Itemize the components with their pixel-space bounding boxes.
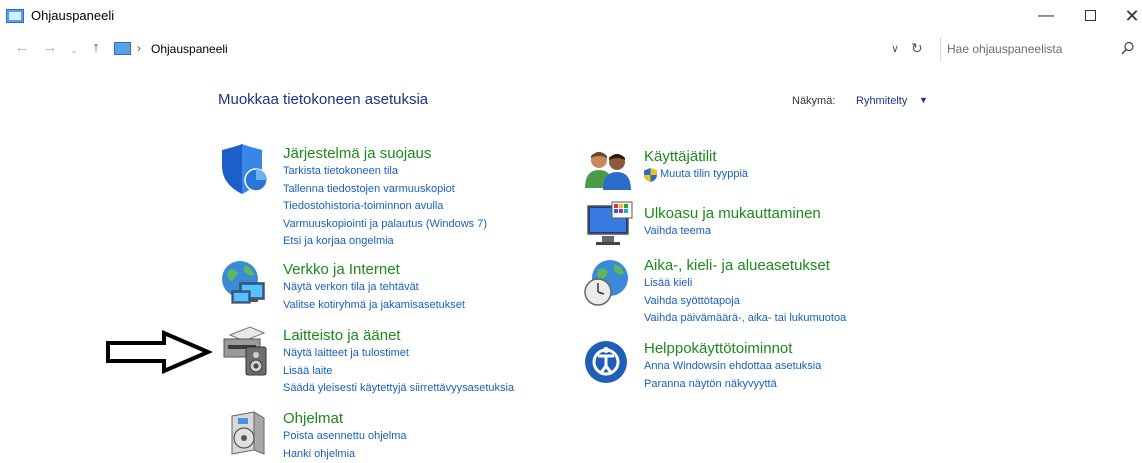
clock-globe-icon[interactable] [582, 258, 632, 308]
back-button[interactable]: ← [12, 38, 32, 58]
link-backup-and-restore[interactable]: Varmuuskopiointi ja palautus (Windows 7) [283, 216, 487, 234]
category-title[interactable]: Helppokäyttötoiminnot [644, 340, 821, 358]
search-icon[interactable] [1121, 41, 1135, 55]
link-homegroup-sharing[interactable]: Valitse kotiryhmä ja jakamisasetukset [283, 297, 465, 315]
link-change-account-type[interactable]: Muuta tilin tyyppiä [644, 166, 748, 184]
category-title[interactable]: Ohjelmat [283, 410, 407, 428]
link-network-status[interactable]: Näytä verkon tila ja tehtävät [283, 279, 465, 297]
forward-button[interactable]: → [40, 38, 60, 58]
arrow-pointer-icon [106, 330, 212, 374]
uac-shield-icon [644, 168, 657, 182]
link-change-input-methods[interactable]: Vaihda syöttötapoja [644, 293, 846, 311]
minimize-button[interactable]: — [1026, 3, 1066, 29]
link-add-language[interactable]: Lisää kieli [644, 275, 846, 293]
control-panel-icon [6, 9, 24, 23]
link-check-computer-status[interactable]: Tarkista tietokoneen tila [283, 163, 487, 181]
appearance-monitor-icon[interactable] [584, 200, 634, 248]
window-title: Ohjauspaneeli [31, 8, 115, 23]
category-system-and-security: Järjestelmä ja suojaus Tarkista tietokon… [283, 145, 487, 251]
maximize-icon [1084, 10, 1096, 22]
title-bar: Ohjauspaneeli — ✕ [0, 0, 1142, 32]
view-by-dropdown[interactable]: Ryhmitelty [856, 95, 907, 107]
link-mobility-settings[interactable]: Säädä yleisesti käytettyjä siirrettävyys… [283, 380, 514, 398]
link-uninstall-program[interactable]: Poista asennettu ohjelma [283, 428, 407, 446]
user-accounts-icon[interactable] [583, 148, 633, 190]
shield-icon[interactable] [218, 144, 272, 196]
category-title[interactable]: Järjestelmä ja suojaus [283, 145, 487, 163]
programs-icon[interactable] [224, 410, 270, 458]
page-title: Muokkaa tietokoneen asetuksia [218, 91, 429, 108]
link-let-windows-suggest-settings[interactable]: Anna Windowsin ehdottaa asetuksia [644, 358, 821, 376]
refresh-button[interactable]: ↻ [911, 40, 923, 57]
breadcrumb-separator[interactable]: › [137, 41, 141, 55]
address-dropdown-button[interactable]: ∨ [891, 42, 899, 55]
category-title[interactable]: Aika-, kieli- ja alueasetukset [644, 257, 846, 275]
ease-of-access-icon[interactable] [584, 340, 628, 384]
category-ease-of-access: Helppokäyttötoiminnot Anna Windowsin ehd… [644, 340, 821, 393]
link-change-date-time-formats[interactable]: Vaihda päivämäärä-, aika- tai lukumuotoa [644, 310, 846, 328]
link-change-theme[interactable]: Vaihda teema [644, 223, 821, 241]
link-get-programs[interactable]: Hanki ohjelmia [283, 446, 407, 463]
view-by-label: Näkymä: [792, 95, 836, 107]
recent-locations-button[interactable]: ⌄ [64, 40, 84, 60]
category-title[interactable]: Verkko ja Internet [283, 261, 465, 279]
link-troubleshoot[interactable]: Etsi ja korjaa ongelmia [283, 233, 487, 251]
category-appearance-and-personalization: Ulkoasu ja mukauttaminen Vaihda teema [644, 205, 821, 241]
search-input[interactable] [947, 39, 1115, 59]
maximize-button[interactable] [1070, 3, 1110, 29]
navigation-bar: ← → ⌄ ↑ › Ohjauspaneeli ∨ ↻ [0, 36, 1142, 62]
control-panel-icon [114, 42, 131, 55]
link-file-history[interactable]: Tiedostohistoria-toiminnon avulla [283, 198, 487, 216]
link-add-device[interactable]: Lisää laite [283, 363, 514, 381]
search-box[interactable] [940, 37, 1142, 61]
close-button[interactable]: ✕ [1112, 3, 1142, 29]
dropdown-arrow-icon[interactable]: ▼ [919, 95, 928, 105]
category-network-and-internet: Verkko ja Internet Näytä verkon tila ja … [283, 261, 465, 314]
printer-speaker-icon[interactable] [220, 325, 270, 377]
breadcrumb[interactable]: Ohjauspaneeli [151, 42, 228, 56]
link-label[interactable]: Muuta tilin tyyppiä [660, 168, 748, 180]
link-devices-and-printers[interactable]: Näytä laitteet ja tulostimet [283, 345, 514, 363]
network-globe-icon[interactable] [220, 259, 270, 307]
link-optimize-visual-display[interactable]: Paranna näytön näkyvyyttä [644, 376, 821, 394]
address-bar[interactable]: › Ohjauspaneeli ∨ ↻ [108, 37, 932, 61]
category-title[interactable]: Käyttäjätilit [644, 148, 748, 166]
link-save-backup-copies[interactable]: Tallenna tiedostojen varmuuskopiot [283, 181, 487, 199]
category-clock-language-region: Aika-, kieli- ja alueasetukset Lisää kie… [644, 257, 846, 328]
category-user-accounts: Käyttäjätilit Muuta tilin tyyppiä [644, 148, 748, 184]
category-programs: Ohjelmat Poista asennettu ohjelma Hanki … [283, 410, 407, 463]
up-button[interactable]: ↑ [86, 38, 106, 58]
category-title[interactable]: Laitteisto ja äänet [283, 327, 514, 345]
category-hardware-and-sound: Laitteisto ja äänet Näytä laitteet ja tu… [283, 327, 514, 398]
category-title[interactable]: Ulkoasu ja mukauttaminen [644, 205, 821, 223]
